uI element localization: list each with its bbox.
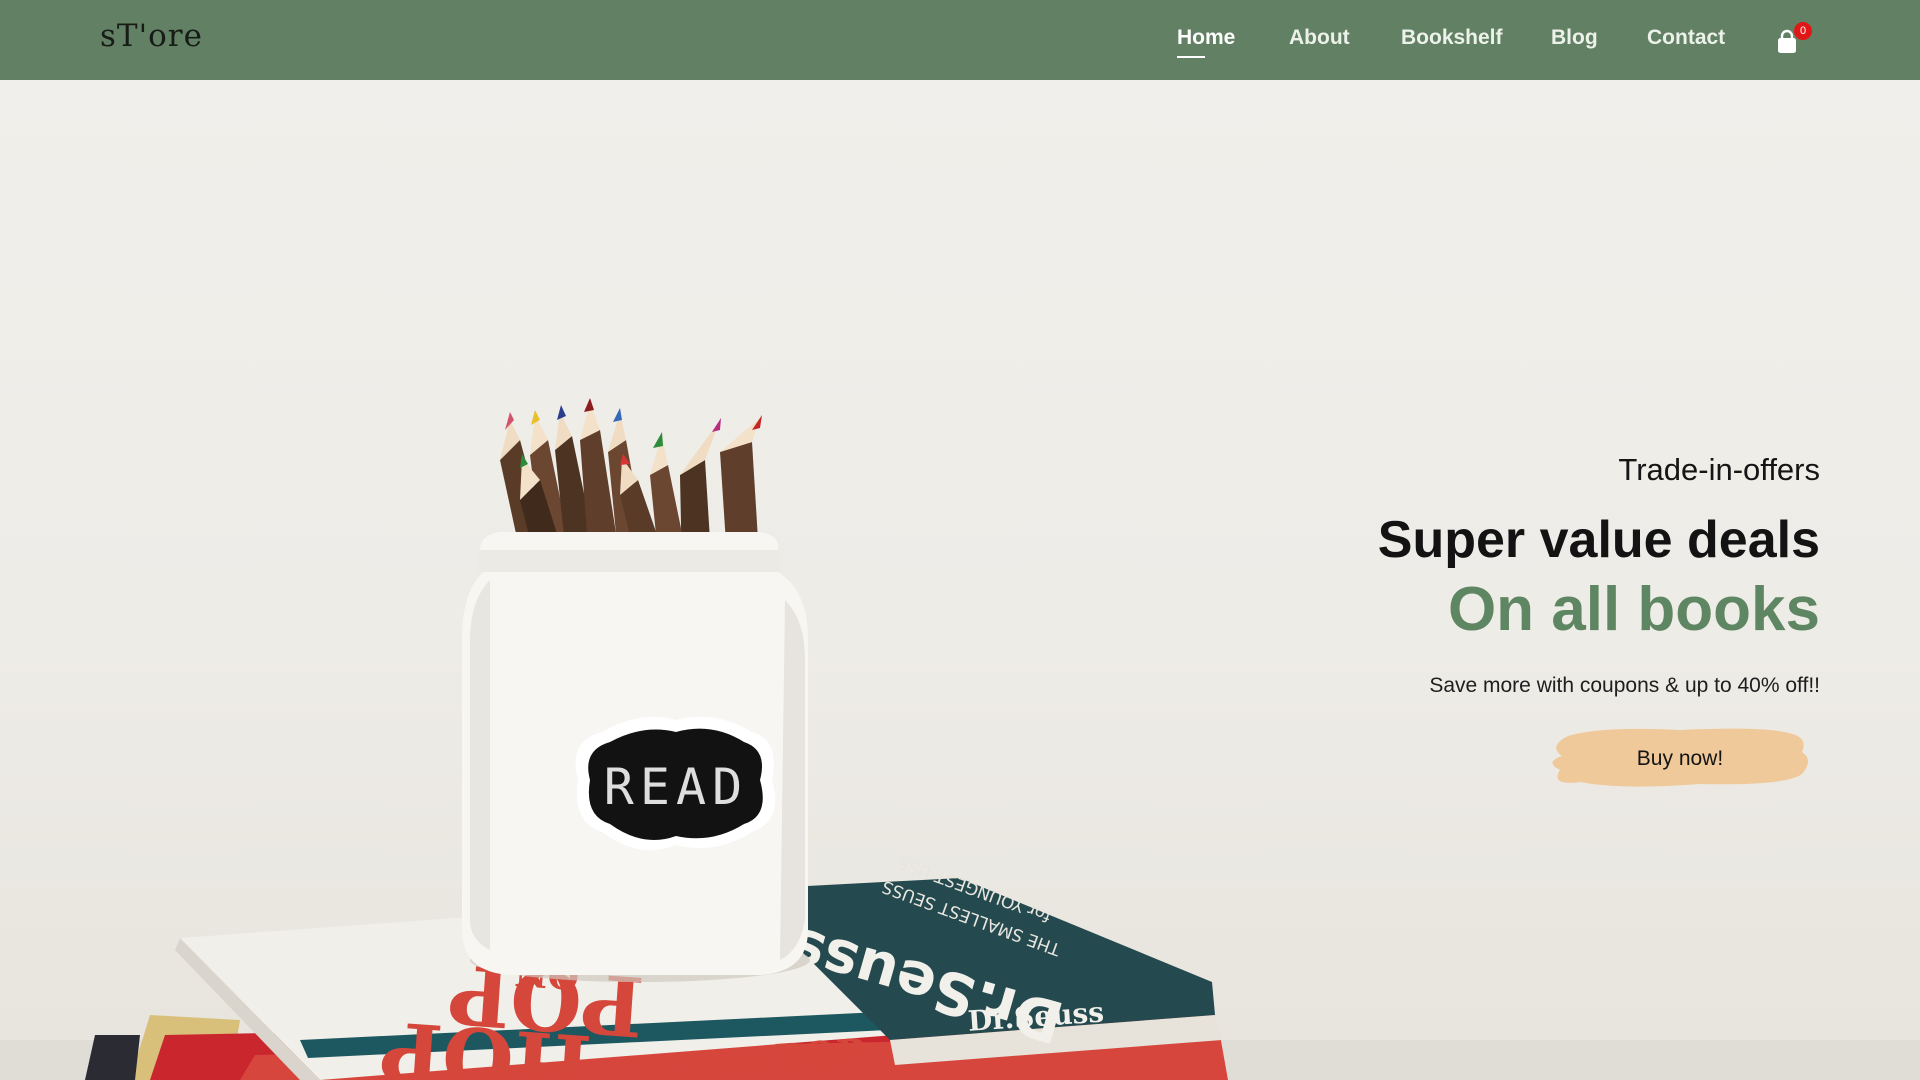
cart-count-badge: 0 bbox=[1794, 22, 1812, 40]
brand-logo[interactable]: sT'ore bbox=[100, 18, 203, 54]
nav-link-contact[interactable]: Contact bbox=[1647, 26, 1725, 50]
jar-label-text: READ bbox=[604, 758, 748, 816]
hero-subtext: Save more with coupons & up to 40% off!! bbox=[1429, 674, 1820, 697]
read-jar: READ bbox=[462, 532, 808, 975]
site-header: sT'ore Home About Bookshelf Blog Contact… bbox=[0, 0, 1920, 80]
hero-eyebrow: Trade-in-offers bbox=[1618, 452, 1820, 487]
buy-now-button[interactable]: Buy now! bbox=[1540, 724, 1820, 794]
nav-link-about[interactable]: About bbox=[1289, 26, 1350, 50]
hero-banner: HOP ON POP HOP ON POP Dr.Seuss THE SMALL… bbox=[0, 80, 1920, 1080]
hero-copy: Trade-in-offers Super value deals On all… bbox=[1120, 80, 1820, 1080]
svg-text:POP: POP bbox=[773, 1030, 866, 1080]
nav-link-blog[interactable]: Blog bbox=[1551, 26, 1598, 50]
svg-text:ON: ON bbox=[727, 1053, 768, 1080]
buy-now-label: Buy now! bbox=[1636, 747, 1724, 770]
hero-headline: Super value deals bbox=[1377, 511, 1820, 569]
hero-headline-accent: On all books bbox=[1447, 575, 1820, 644]
nav-link-home[interactable]: Home bbox=[1177, 26, 1235, 58]
svg-text:HOP: HOP bbox=[628, 1042, 728, 1080]
nav-link-bookshelf[interactable]: Bookshelf bbox=[1401, 26, 1503, 50]
